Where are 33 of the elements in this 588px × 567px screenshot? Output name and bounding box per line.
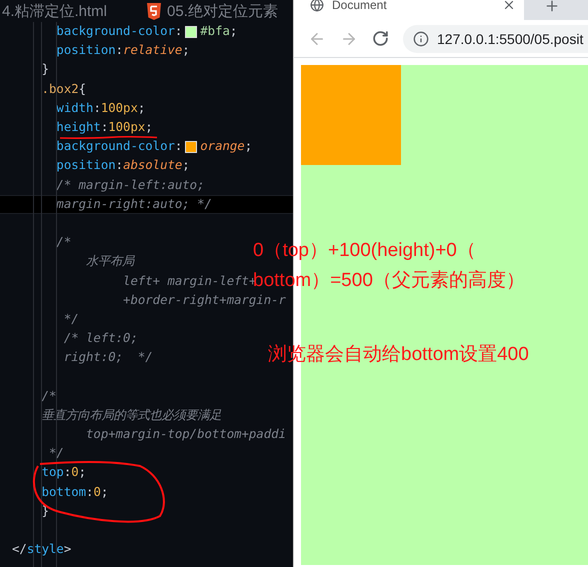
- browser-tab[interactable]: Document: [294, 0, 524, 20]
- html5-icon: [147, 2, 162, 20]
- code-line: 水平布局: [85, 254, 134, 270]
- code-line: /*: [55, 235, 72, 250]
- code-line: /*: [40, 388, 56, 404]
- code-line: width:100px;: [55, 100, 146, 116]
- code-line: </style>: [12, 542, 72, 558]
- code-line: +border-right+margin-r: [122, 292, 286, 308]
- info-icon: [413, 30, 429, 46]
- code-line: top:0;: [40, 465, 86, 480]
- code-line: height:100px;: [55, 120, 153, 136]
- code-line: right:0; */: [62, 350, 153, 366]
- code-line: margin-right:auto; */: [55, 196, 212, 212]
- code-line: }: [40, 504, 50, 519]
- code-line: top+margin-top/bottom+paddi: [85, 427, 286, 442]
- code-line: */: [62, 312, 79, 327]
- code-line: background-color: orange;: [55, 139, 252, 154]
- address-field[interactable]: 127.0.0.1:5500/05.posit: [403, 24, 588, 52]
- code-line: bottom:0;: [40, 484, 108, 500]
- code-line: background-color: #bfa;: [55, 24, 238, 40]
- file-tab[interactable]: 4.粘滞定位.html: [0, 2, 116, 20]
- file-tab[interactable]: 05.绝对定位元素: [145, 2, 286, 20]
- code-line: /* margin-left:auto;: [55, 178, 204, 193]
- code-line: }: [40, 62, 50, 78]
- reload-button[interactable]: [372, 30, 389, 47]
- new-tab-button[interactable]: [544, 0, 560, 14]
- globe-icon: [310, 0, 324, 12]
- close-icon[interactable]: [502, 0, 516, 12]
- code-line: position:relative;: [55, 43, 190, 58]
- code-line: */: [48, 446, 64, 462]
- code-line: /* left:0;: [62, 331, 138, 346]
- code-line: .box2{: [40, 82, 86, 97]
- code-line: position:absolute;: [55, 158, 190, 174]
